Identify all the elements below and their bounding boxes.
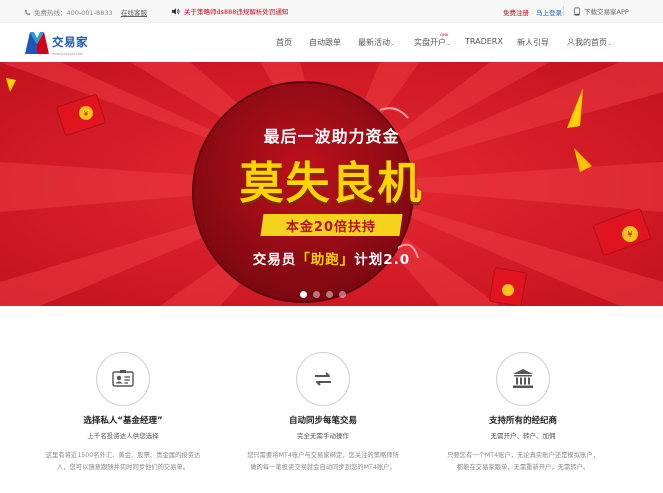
login-link[interactable]: 马上登录 [536,7,562,17]
nav-latest-events-label: 最新活动 [358,38,390,47]
hero-banner[interactable]: ¥ ¥ 最后一波助力资金 莫失良机 本金20倍扶持 交易员「助跑」计划2.0 [0,62,663,306]
carousel-dot[interactable] [313,291,320,298]
logo-text: 交易家 [52,35,88,49]
nav-home[interactable]: 首页 [276,37,292,48]
feature-subtitle: 完全无需手动操作 [297,432,349,440]
new-badge: new [440,32,449,37]
register-link[interactable]: 免费注册 [503,7,529,17]
svg-text:¥: ¥ [84,110,89,118]
nav-my-home-label: 我的首页 [575,38,607,47]
nav-my-home[interactable]: 我的首页⌄ [567,37,612,48]
main-header: 交易家 www.jiaoyijia.com 首页 自动跟单 最新活动⌄ 实盘开户… [0,23,663,62]
divider [563,6,564,16]
banner-plan-line: 交易员「助跑」计划2.0 [0,248,663,268]
carousel-dot[interactable] [326,291,333,298]
banner-main-title: 莫失良机 [239,158,424,209]
feature-subtitle: 上千名投资达人供您选择 [87,432,159,440]
banner-plan-prefix: 交易员 [252,252,297,268]
download-app-text[interactable]: 下载交易家APP [584,6,629,16]
feature-title: 自动同步每笔交易 [288,416,357,426]
online-service-link[interactable]: 在线客服 [121,7,147,17]
feature-icon-circle [296,352,350,406]
feature-icon-circle [96,352,150,406]
feature-subtitle: 无需开户、转户、加佣 [490,432,556,440]
id-card-icon [112,370,134,387]
site-logo[interactable]: 交易家 www.jiaoyijia.com [24,29,88,56]
notice-link[interactable]: 关于策略师ds888违规解析处罚通知 [171,6,288,16]
download-app-link[interactable]: 下载交易家APP [573,6,629,16]
feature-description: 只要您有一个MT4账户，无论真实账户还是模拟账户，都能在交易家跟单，无需重新开户… [447,452,599,471]
chevron-down-icon: ⌄ [446,40,452,47]
nav-latest-events[interactable]: 最新活动⌄ [358,37,395,48]
nav-traderx[interactable]: TRADERX [465,37,503,46]
carousel-dot[interactable] [300,291,307,298]
notice-text[interactable]: 关于策略师ds888违规解析处罚通知 [184,6,288,16]
svg-text:¥: ¥ [627,230,632,239]
banner-plan-highlight: 「助跑」 [296,252,355,268]
chevron-down-icon: ⌄ [607,40,613,47]
nav-auto-follow[interactable]: 自动跟单 [309,37,341,48]
speaker-icon [171,7,180,15]
banner-tag-text: 本金20倍扶持 [286,219,377,235]
bank-icon [513,369,533,388]
hotline: 免费热线：400-001-8833 [24,7,113,17]
feature-description: 您只需要将MT4账户与交易家绑定，您关注的策略师所做的每一笔投资交易就会自动同步… [247,452,399,471]
feature-description: 这里有将近1500名外汇、黄金、股票、贵金属的投资达人，您可以随意跟随并实时同步… [45,452,201,471]
banner-plan-suffix: 计划2.0 [354,252,411,268]
logo-mark-icon [25,32,49,54]
top-info-bar: 免费热线：400-001-8833 在线客服 关于策略师ds888违规解析处罚通… [0,0,663,23]
feature-title: 支持所有的经纪商 [488,416,557,426]
carousel-dots [300,291,346,298]
chevron-down-icon: ⌄ [390,40,396,47]
feature-icon-circle [496,352,550,406]
sync-icon [315,372,331,386]
carousel-dot[interactable] [339,291,346,298]
phone-icon [24,9,31,15]
hotline-text: 免费热线：400-001-8833 [34,9,113,17]
banner-headline: 最后一波助力资金 [263,127,400,146]
feature-title: 选择私人“基金经理” [83,416,163,426]
logo-subtext: www.jiaoyijia.com [52,52,84,56]
nav-open-account[interactable]: 实盘开户⌄ [414,37,451,48]
banner-tag: 本金20倍扶持 [260,214,403,236]
mobile-phone-icon [574,6,580,16]
user-icon [567,38,575,46]
nav-open-account-label: 实盘开户 [414,38,446,47]
nav-newbie-guide[interactable]: 新人引导 [517,37,549,48]
